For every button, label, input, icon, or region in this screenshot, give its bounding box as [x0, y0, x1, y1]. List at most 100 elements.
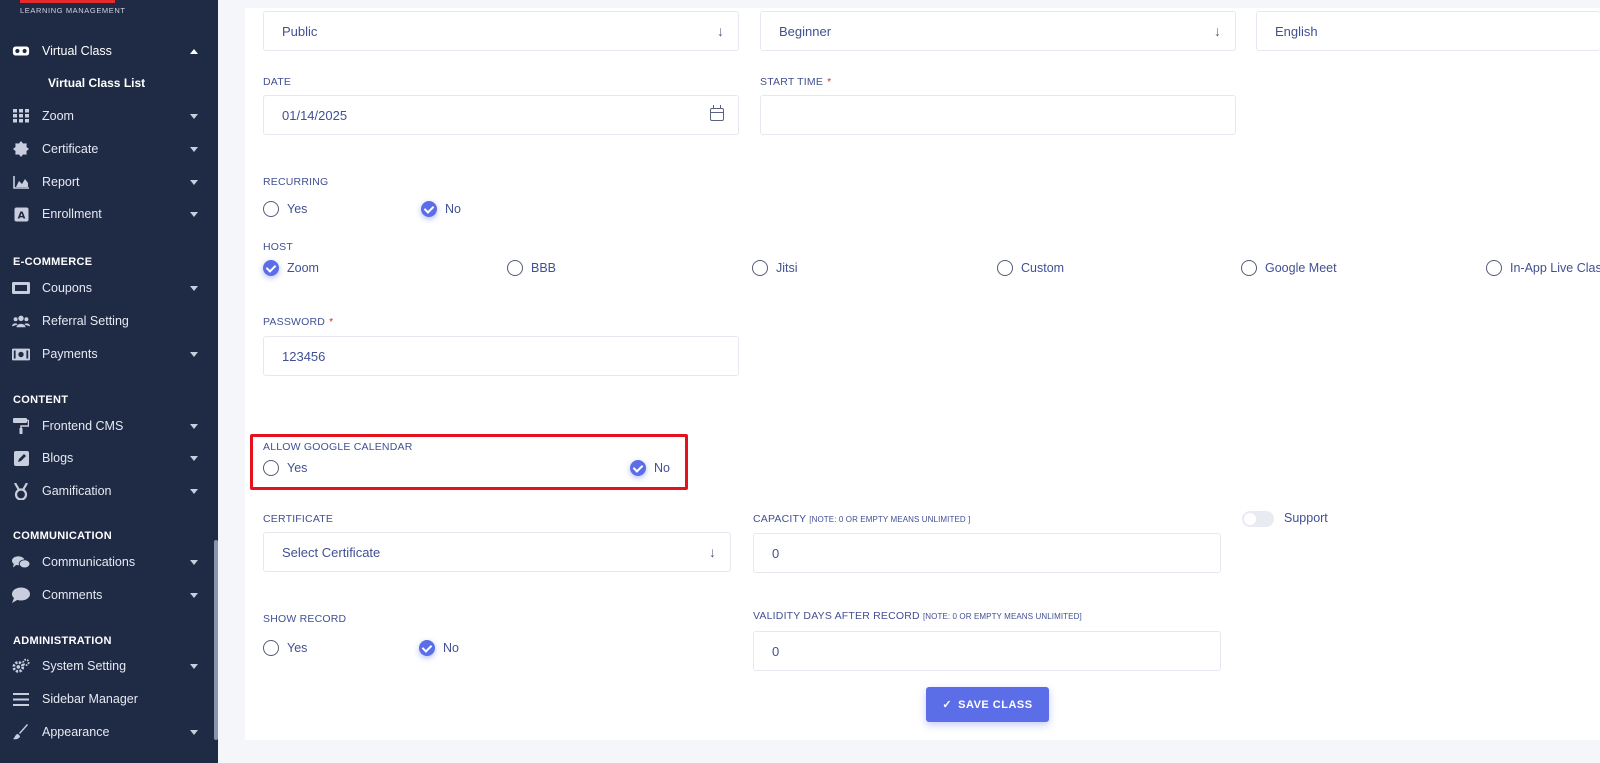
- show-record-yes-radio[interactable]: Yes: [263, 640, 307, 656]
- certificate-icon: [12, 141, 30, 157]
- radio-label: Jitsi: [776, 261, 798, 275]
- radio-circle: [507, 260, 523, 276]
- sidebar-item-certificate[interactable]: Certificate: [0, 135, 214, 163]
- sidebar-item-system-setting[interactable]: System Setting: [0, 652, 214, 680]
- host-label: HOST: [263, 241, 293, 253]
- sidebar-item-sidebar-manager[interactable]: Sidebar Manager: [0, 685, 214, 713]
- chevron-down-icon: [190, 559, 198, 565]
- sidebar-scrollbar[interactable]: [214, 540, 218, 740]
- sidebar-item-payments[interactable]: Payments: [0, 340, 214, 368]
- google-calendar-label: ALLOW GOOGLE CALENDAR: [263, 441, 413, 453]
- validity-value: 0: [772, 643, 780, 659]
- privacy-select[interactable]: Public ↓: [263, 11, 739, 51]
- sidebar-item-label: System Setting: [42, 659, 127, 673]
- chevron-down-icon: [190, 211, 198, 217]
- section-communication: COMMUNICATION: [13, 530, 113, 542]
- show-record-label: SHOW RECORD: [263, 613, 347, 625]
- save-class-button[interactable]: ✓ SAVE CLASS: [926, 687, 1049, 722]
- sidebar-item-communications[interactable]: Communications: [0, 548, 214, 576]
- radio-circle: [997, 260, 1013, 276]
- sidebar-item-label: Coupons: [42, 281, 93, 295]
- host-in-app-live-class-radio[interactable]: In-App Live Clas: [1486, 260, 1600, 276]
- host-jitsi-radio[interactable]: Jitsi: [752, 260, 798, 276]
- sidebar-item-label: Zoom: [42, 109, 74, 123]
- radio-label: Google Meet: [1265, 261, 1337, 275]
- validity-note: [NOTE: 0 OR EMPTY MEANS UNLIMITED]: [922, 612, 1082, 621]
- recurring-label: RECURRING: [263, 176, 329, 188]
- arrow-down-icon: ↓: [717, 23, 724, 39]
- radio-label: BBB: [531, 261, 557, 275]
- sidebar-item-label: Comments: [42, 588, 103, 602]
- chevron-up-icon: [190, 48, 198, 54]
- sidebar-item-label: Payments: [42, 347, 98, 361]
- host-custom-radio[interactable]: Custom: [997, 260, 1064, 276]
- date-value: 01/14/2025: [282, 107, 348, 123]
- sidebar-item-zoom[interactable]: Zoom: [0, 102, 214, 130]
- sidebar-item-label: Appearance: [42, 725, 110, 739]
- chevron-down-icon: [190, 455, 198, 461]
- radio-circle: [752, 260, 768, 276]
- sidebar-item-referral-setting[interactable]: Referral Setting: [0, 307, 214, 335]
- host-google-meet-radio[interactable]: Google Meet: [1241, 260, 1337, 276]
- sidebar-subitem-virtual-class-list[interactable]: Virtual Class List: [48, 76, 145, 90]
- section-content: CONTENT: [13, 394, 69, 406]
- sidebar-item-coupons[interactable]: Coupons: [0, 274, 214, 302]
- sidebar-item-label: Gamification: [42, 484, 112, 498]
- radio-circle: [263, 640, 279, 656]
- sidebar-item-virtual-class[interactable]: Virtual Class: [0, 37, 214, 65]
- sidebar-item-label: Frontend CMS: [42, 419, 124, 433]
- recurring-yes-radio[interactable]: Yes: [263, 201, 307, 217]
- chevron-down-icon: [190, 423, 198, 429]
- radio-label: No: [654, 461, 670, 475]
- support-toggle[interactable]: [1242, 511, 1274, 527]
- level-select[interactable]: Beginner ↓: [760, 11, 1236, 51]
- select-value: Public: [282, 23, 318, 39]
- comment-icon: [12, 587, 30, 603]
- section-ecommerce: E-COMMERCE: [13, 256, 93, 268]
- sidebar-item-label: Report: [42, 175, 80, 189]
- radio-circle: [263, 201, 279, 217]
- sidebar-item-label: Virtual Class: [42, 44, 112, 58]
- sidebar-item-gamification[interactable]: Gamification: [0, 477, 214, 505]
- validity-days-input[interactable]: 0: [753, 631, 1221, 671]
- sidebar-item-enrollment[interactable]: A Enrollment: [0, 200, 214, 228]
- certificate-select[interactable]: Select Certificate ↓: [263, 532, 731, 572]
- password-label-text: PASSWORD: [263, 316, 326, 328]
- host-bbb-radio[interactable]: BBB: [507, 260, 556, 276]
- select-value: Beginner: [779, 23, 832, 39]
- radio-label: Yes: [287, 461, 308, 475]
- language-select[interactable]: English: [1256, 11, 1600, 51]
- start-time-label: START TIME *: [760, 76, 831, 88]
- chevron-down-icon: [190, 663, 198, 669]
- arrow-down-icon: ↓: [709, 544, 716, 560]
- sidebar-item-comments[interactable]: Comments: [0, 581, 214, 609]
- sidebar: LEARNING MANAGEMENT Virtual Class Virtua…: [0, 0, 218, 763]
- recurring-no-radio[interactable]: No: [421, 201, 461, 217]
- users-icon: [12, 313, 30, 329]
- radio-label: No: [445, 202, 461, 216]
- password-input[interactable]: 123456: [263, 336, 739, 376]
- calendar-icon[interactable]: [710, 105, 724, 121]
- chevron-down-icon: [190, 113, 198, 119]
- sidebar-item-appearance[interactable]: Appearance: [0, 718, 214, 746]
- grid-icon: [12, 108, 30, 124]
- radio-label: Yes: [287, 202, 308, 216]
- brush-icon: [12, 724, 30, 740]
- sidebar-item-report[interactable]: Report: [0, 168, 214, 196]
- capacity-input[interactable]: 0: [753, 533, 1221, 573]
- date-input[interactable]: 01/14/2025: [263, 95, 739, 135]
- radio-circle: [1486, 260, 1502, 276]
- edit-icon: [12, 450, 30, 466]
- host-zoom-radio[interactable]: Zoom: [263, 260, 319, 276]
- radio-circle: [263, 460, 279, 476]
- show-record-no-radio[interactable]: No: [419, 640, 459, 656]
- validity-label-text: VALIDITY DAYS AFTER RECORD: [753, 610, 920, 622]
- sidebar-item-blogs[interactable]: Blogs: [0, 444, 214, 472]
- svg-text:A: A: [17, 210, 25, 221]
- save-button-label: SAVE CLASS: [958, 698, 1033, 711]
- sidebar-item-label: Referral Setting: [42, 314, 129, 328]
- start-time-input[interactable]: [760, 95, 1236, 135]
- sidebar-item-frontend-cms[interactable]: Frontend CMS: [0, 412, 214, 440]
- google-calendar-yes-radio[interactable]: Yes: [263, 460, 307, 476]
- google-calendar-no-radio[interactable]: No: [630, 460, 670, 476]
